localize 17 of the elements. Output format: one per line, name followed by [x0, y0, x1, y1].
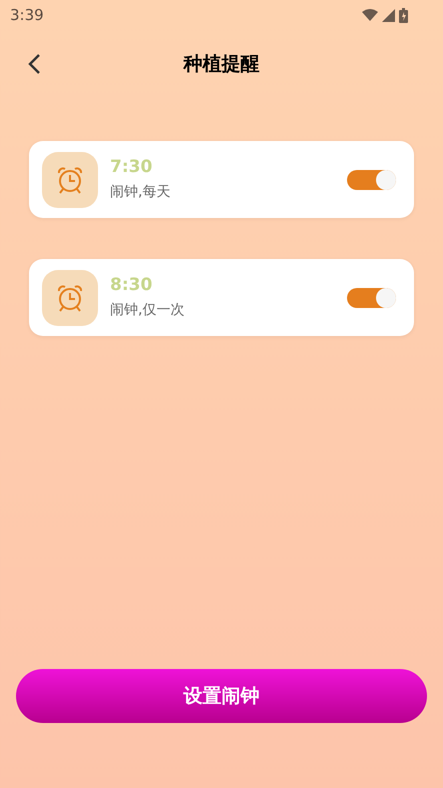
alarm-card[interactable]: 7:30 闹钟,每天 [29, 141, 414, 218]
wifi-icon [362, 9, 378, 21]
signal-icon [382, 8, 395, 22]
status-time: 3:39 [10, 4, 44, 26]
alarm-clock-icon [42, 270, 98, 326]
alarm-time: 8:30 [110, 274, 154, 296]
alarm-time: 7:30 [110, 156, 154, 178]
toggle-switch[interactable] [347, 170, 396, 190]
set-alarm-button[interactable]: 设置闹钟 [16, 669, 427, 723]
battery-icon [399, 8, 408, 22]
alarm-card[interactable]: 8:30 闹钟,仅一次 [29, 259, 414, 336]
page-title: 种植提醒 [184, 52, 260, 77]
back-icon[interactable] [27, 53, 41, 75]
alarm-repeat-label: 闹钟,每天 [110, 183, 172, 202]
alarm-clock-icon [42, 152, 98, 208]
alarm-repeat-label: 闹钟,仅一次 [110, 301, 186, 320]
toggle-switch[interactable] [347, 288, 396, 308]
